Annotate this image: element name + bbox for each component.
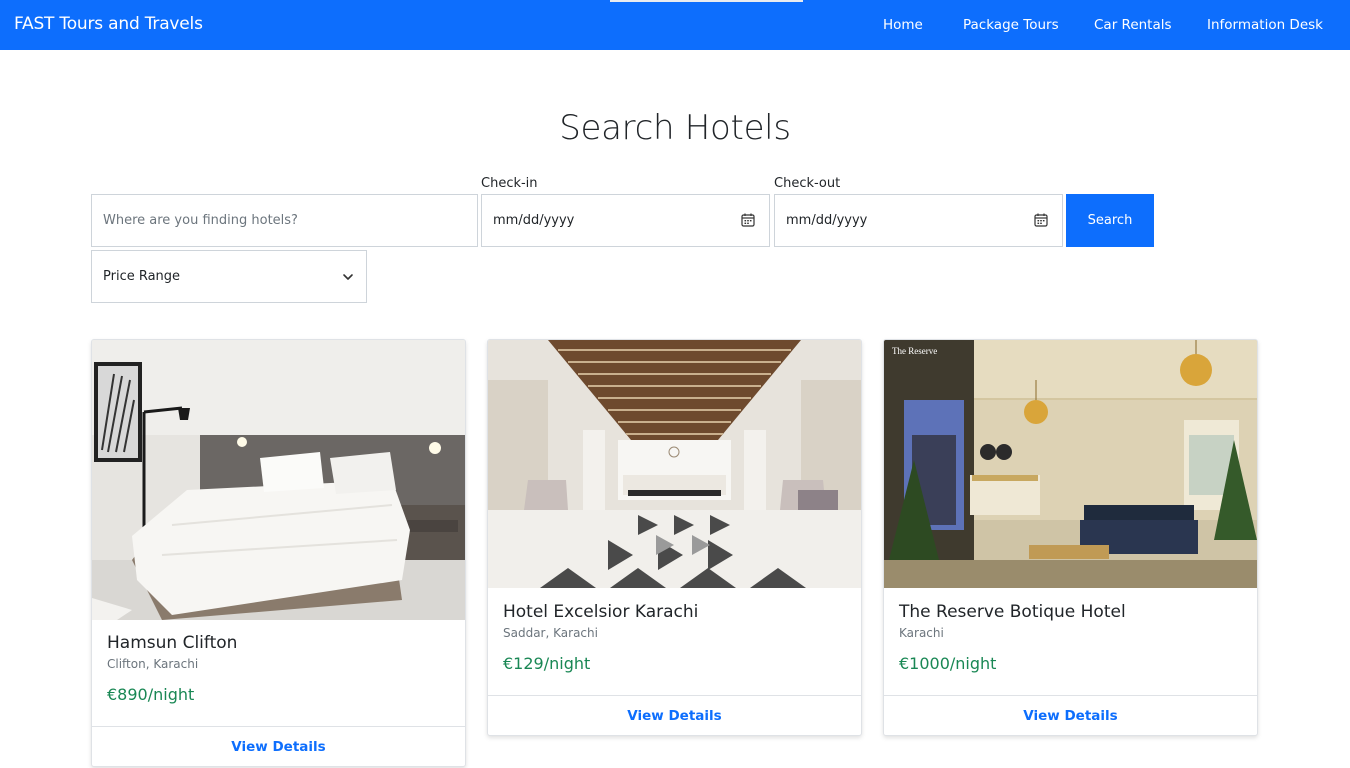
view-details-link[interactable]: View Details (627, 708, 721, 724)
card-body: The Reserve Botique Hotel Karachi €1000/… (899, 602, 1126, 673)
nav-link-home[interactable]: Home (883, 17, 923, 33)
hotel-location: Clifton, Karachi (107, 657, 199, 671)
checkout-date-input[interactable]: mm/dd/yyyy (774, 194, 1063, 247)
checkin-date-input[interactable]: mm/dd/yyyy (481, 194, 770, 247)
svg-text:The Reserve: The Reserve (892, 346, 937, 356)
navbar: FAST Tours and Travels Home Package Tour… (0, 0, 1350, 50)
card-footer: View Details (488, 695, 861, 735)
hotel-location: Saddar, Karachi (503, 626, 598, 640)
view-details-link[interactable]: View Details (1023, 708, 1117, 724)
checkout-label: Check-out (774, 176, 841, 191)
hotel-price: €129/night (503, 654, 591, 673)
calendar-icon[interactable] (1034, 213, 1048, 227)
view-details-link[interactable]: View Details (231, 739, 325, 755)
navbar-active-indicator (610, 0, 803, 2)
card-body: Hamsun Clifton Clifton, Karachi €890/nig… (107, 633, 237, 704)
hotel-image[interactable]: The Reserve (884, 340, 1257, 588)
nav-link-package-tours[interactable]: Package Tours (963, 17, 1059, 33)
checkin-date-value: mm/dd/yyyy (493, 213, 575, 228)
hotel-image[interactable] (488, 340, 861, 588)
location-search-input[interactable]: Where are you finding hotels? (91, 194, 478, 247)
checkout-date-value: mm/dd/yyyy (786, 213, 868, 228)
hotel-card: Hamsun Clifton Clifton, Karachi €890/nig… (91, 339, 466, 767)
hotel-price: €1000/night (899, 654, 997, 673)
card-footer: View Details (884, 695, 1257, 735)
hotel-image[interactable] (92, 340, 465, 620)
nav-link-information-desk[interactable]: Information Desk (1207, 17, 1323, 33)
hotel-card: The Reserve The Reserve Botique Hotel Ka… (883, 339, 1258, 736)
hotel-name: Hamsun Clifton (107, 633, 238, 653)
navbar-brand[interactable]: FAST Tours and Travels (14, 14, 203, 34)
search-button[interactable]: Search (1066, 194, 1154, 247)
hotel-name: The Reserve Botique Hotel (899, 602, 1126, 622)
card-footer: View Details (92, 726, 465, 766)
price-range-select[interactable]: Price Range (91, 250, 367, 303)
location-placeholder: Where are you finding hotels? (103, 213, 298, 228)
chevron-down-icon (343, 274, 353, 280)
hotel-location: Karachi (899, 626, 944, 640)
hotel-name: Hotel Excelsior Karachi (503, 602, 699, 622)
nav-link-car-rentals[interactable]: Car Rentals (1094, 17, 1172, 33)
price-range-label: Price Range (103, 269, 181, 284)
calendar-icon[interactable] (741, 213, 755, 227)
hotel-card: Hotel Excelsior Karachi Saddar, Karachi … (487, 339, 862, 736)
checkin-label: Check-in (481, 176, 538, 191)
hotel-price: €890/night (107, 685, 195, 704)
card-body: Hotel Excelsior Karachi Saddar, Karachi … (503, 602, 698, 673)
page-title: Search Hotels (559, 108, 791, 148)
